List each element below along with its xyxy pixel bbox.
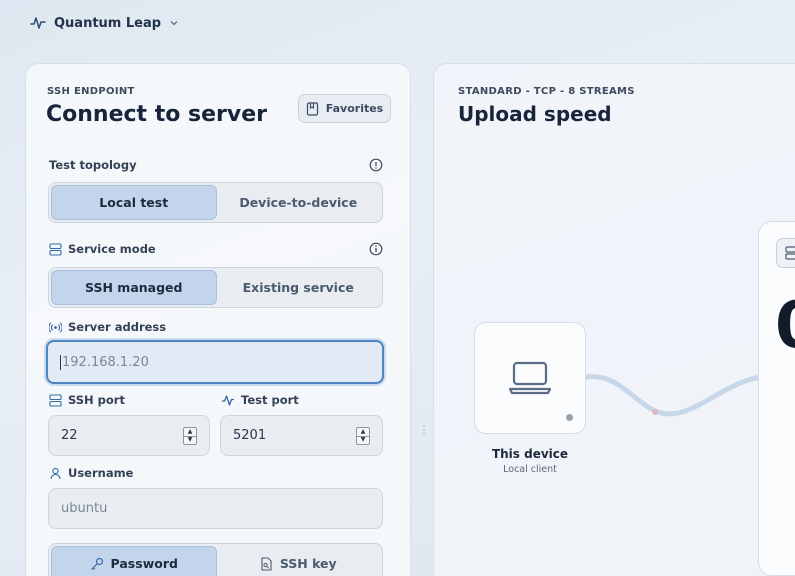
service-mode-segmented-control: SSH managed Existing service bbox=[48, 267, 383, 308]
topology-label: Test topology bbox=[49, 158, 137, 172]
ssh-port-label: SSH port bbox=[68, 393, 125, 407]
stepper-down-icon[interactable]: ▼ bbox=[184, 437, 196, 445]
server-chip bbox=[776, 238, 795, 268]
info-icon[interactable] bbox=[369, 242, 383, 256]
panel-resize-handle[interactable]: ⋮ bbox=[419, 425, 429, 436]
username-label: Username bbox=[68, 466, 134, 480]
server-address-placeholder: 192.168.1.20 bbox=[62, 354, 149, 370]
client-status-dot bbox=[566, 414, 573, 421]
ssh-port-label-row: SSH port bbox=[49, 392, 199, 408]
username-input[interactable]: ubuntu bbox=[48, 488, 383, 529]
text-caret bbox=[60, 354, 61, 370]
activity-icon bbox=[30, 17, 46, 29]
activity-icon bbox=[222, 394, 234, 406]
bookmark-icon bbox=[306, 101, 318, 116]
topology-label-row: Test topology bbox=[49, 157, 383, 173]
speed-value: 0 bbox=[775, 294, 795, 358]
favorites-label: Favorites bbox=[325, 102, 384, 115]
client-name: This device bbox=[491, 447, 569, 461]
broadcast-icon bbox=[49, 321, 62, 333]
auth-option-password[interactable]: Password bbox=[51, 546, 217, 576]
server-card[interactable]: 0 bbox=[758, 221, 795, 576]
test-port-input[interactable]: 5201 ▲ ▼ bbox=[220, 415, 383, 456]
test-port-stepper[interactable]: ▲ ▼ bbox=[356, 427, 370, 445]
service-option-existing[interactable]: Existing service bbox=[217, 270, 381, 305]
stepper-down-icon[interactable]: ▼ bbox=[357, 437, 369, 445]
visualization-panel: STANDARD - TCP - 8 STREAMS Upload speed … bbox=[433, 63, 795, 576]
service-mode-label-row: Service mode bbox=[49, 241, 383, 257]
app-title: Quantum Leap bbox=[54, 15, 162, 31]
server-icon bbox=[785, 246, 795, 260]
auth-segmented-control: Password SSH key bbox=[48, 543, 383, 576]
chevron-down-icon bbox=[170, 21, 178, 26]
ssh-port-stepper[interactable]: ▲ ▼ bbox=[183, 427, 197, 445]
test-port-label-row: Test port bbox=[221, 392, 371, 408]
test-port-label: Test port bbox=[241, 393, 299, 407]
favorites-button[interactable]: Favorites bbox=[298, 94, 391, 123]
client-device-card[interactable] bbox=[474, 322, 586, 434]
server-icon bbox=[49, 242, 62, 256]
client-subtitle: Local client bbox=[503, 464, 557, 475]
key-icon bbox=[90, 557, 103, 570]
server-address-label-row: Server address bbox=[49, 319, 383, 335]
service-mode-label: Service mode bbox=[68, 242, 156, 256]
username-placeholder: ubuntu bbox=[61, 501, 108, 516]
info-icon[interactable] bbox=[369, 158, 383, 172]
test-port-value: 5201 bbox=[233, 428, 267, 443]
laptop-icon bbox=[508, 361, 552, 395]
server-address-input[interactable]: 192.168.1.20 bbox=[46, 340, 384, 384]
topology-option-device[interactable]: Device-to-device bbox=[217, 185, 381, 220]
connection-panel: SSH ENDPOINT Connect to server Favorites… bbox=[25, 63, 411, 576]
user-icon bbox=[50, 467, 61, 479]
stepper-up-icon[interactable]: ▲ bbox=[184, 428, 196, 437]
file-key-icon bbox=[261, 556, 272, 571]
service-option-ssh-managed[interactable]: SSH managed bbox=[51, 270, 217, 305]
server-address-label: Server address bbox=[68, 320, 167, 334]
username-label-row: Username bbox=[49, 465, 383, 481]
topology-option-local[interactable]: Local test bbox=[51, 185, 217, 220]
server-icon bbox=[49, 393, 62, 407]
topology-segmented-control: Local test Device-to-device bbox=[48, 182, 383, 223]
ssh-port-value: 22 bbox=[61, 428, 78, 443]
app-switcher[interactable]: Quantum Leap bbox=[30, 12, 179, 34]
panel-title: Connect to server bbox=[46, 102, 267, 127]
auth-option-ssh-key[interactable]: SSH key bbox=[217, 546, 381, 576]
stepper-up-icon[interactable]: ▲ bbox=[357, 428, 369, 437]
panel-eyebrow: SSH ENDPOINT bbox=[47, 86, 135, 97]
connection-link bbox=[583, 374, 767, 417]
ssh-port-input[interactable]: 22 ▲ ▼ bbox=[48, 415, 210, 456]
